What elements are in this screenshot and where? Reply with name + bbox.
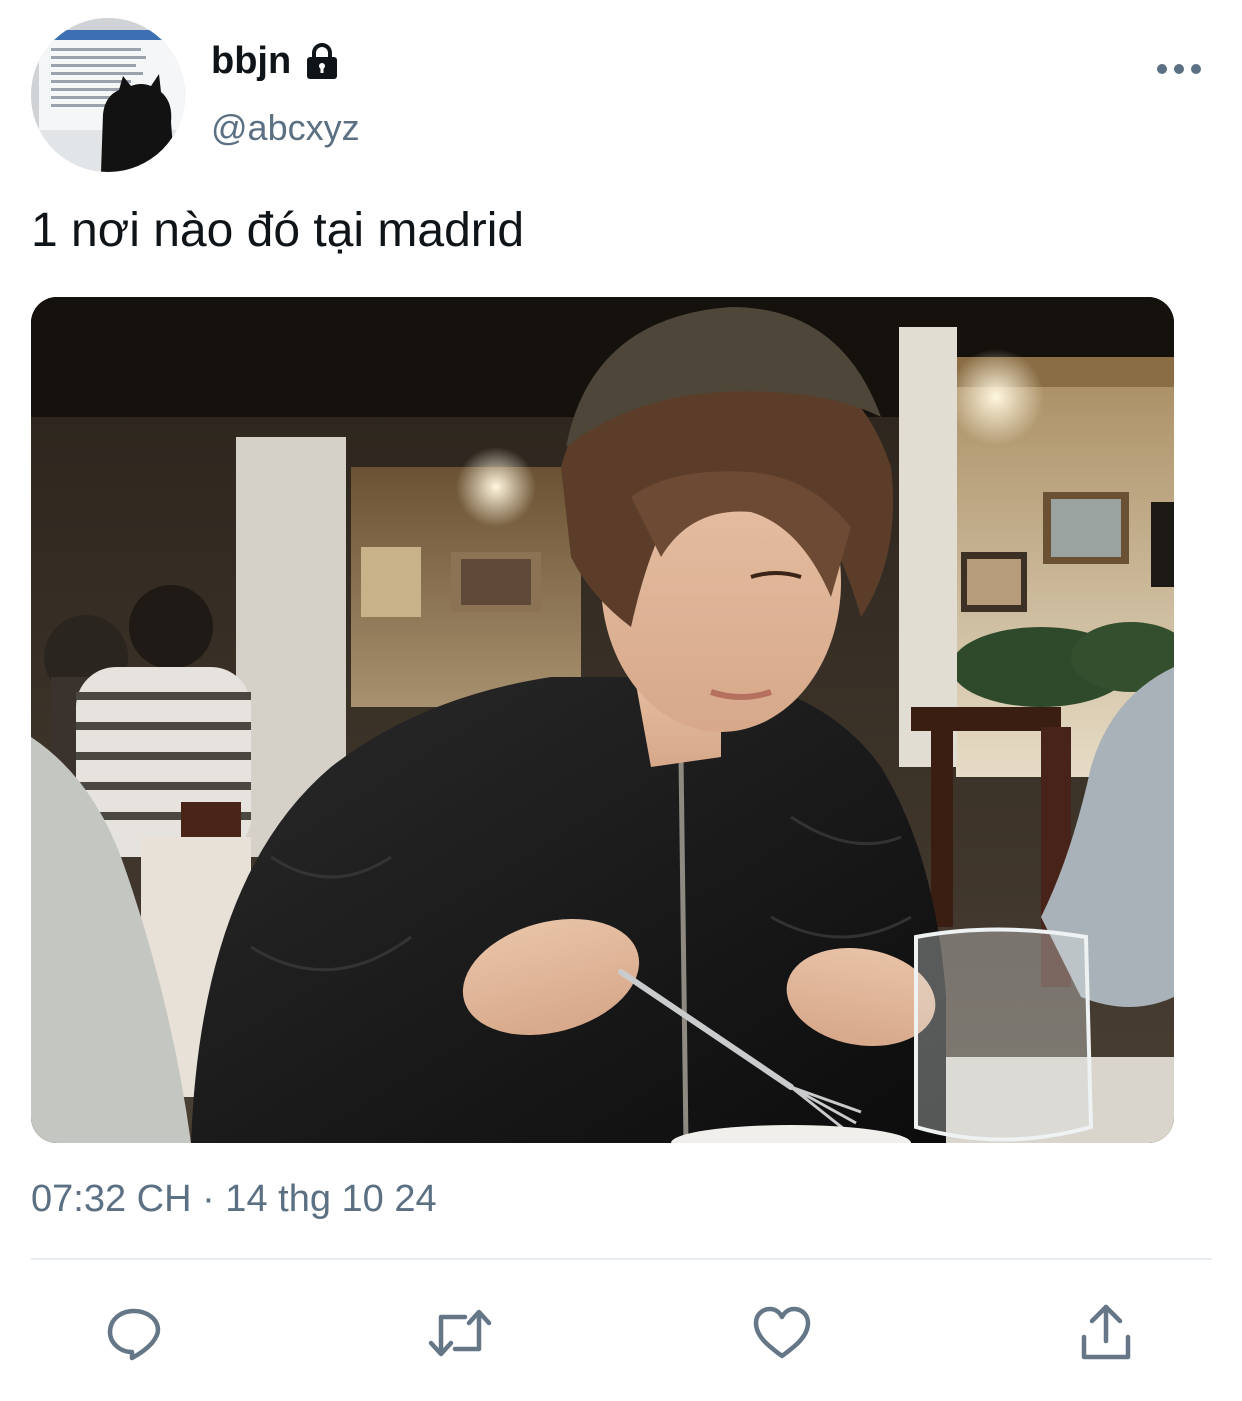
share-icon	[1081, 1304, 1131, 1360]
retweet-button[interactable]	[424, 1297, 496, 1369]
author-avatar[interactable]	[31, 18, 185, 172]
lock-icon	[301, 40, 343, 82]
author-display-name[interactable]: bbjn	[211, 38, 291, 84]
retweet-icon	[428, 1309, 492, 1357]
author-display-name-row[interactable]: bbjn	[211, 38, 343, 84]
more-horizontal-icon[interactable]	[1150, 52, 1210, 86]
tweet-text: 1 nơi nào đó tại madrid	[31, 204, 525, 257]
share-button[interactable]	[1070, 1297, 1142, 1369]
tweet-photo[interactable]	[31, 297, 1174, 1143]
reply-button[interactable]	[98, 1297, 170, 1369]
tweet-timestamp[interactable]: 07:32 CH · 14 thg 10 24	[31, 1176, 437, 1222]
reply-icon	[107, 1308, 161, 1361]
heart-icon	[753, 1306, 811, 1359]
divider	[31, 1258, 1212, 1260]
like-button[interactable]	[746, 1297, 818, 1369]
author-handle[interactable]: @abcxyz	[211, 106, 360, 150]
